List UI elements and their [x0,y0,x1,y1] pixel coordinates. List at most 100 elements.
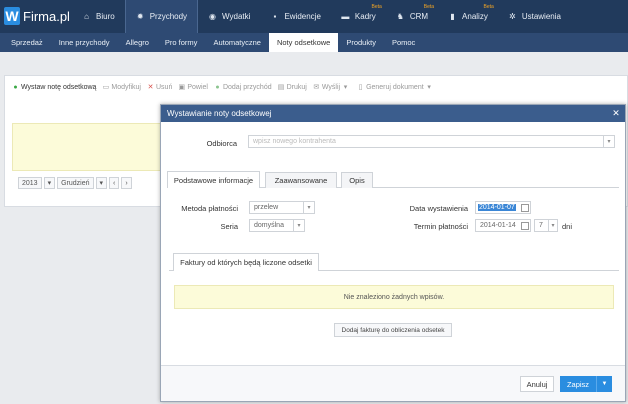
menu-item-label: Ustawienia [521,12,561,21]
subnav-inne-przychody[interactable]: Inne przychody [51,33,118,52]
menu-item-analizy[interactable]: ▮ Analizy Beta [438,0,498,33]
copy-icon: ▣ [178,84,186,91]
cancel-button[interactable]: Anuluj [520,376,554,392]
bar-chart-icon: ▮ [450,12,455,21]
chevron-down-icon: ▾ [548,220,557,231]
payment-term-value: 2014-01-14 [480,222,516,229]
month-field[interactable]: Grudzień [57,177,94,189]
main-menu: ⌂ Biuro ✹ Przychody ◉ Wydatki ▪ Ewidencj… [72,0,571,33]
chevron-down-icon[interactable]: ▼ [596,376,612,392]
list-toolbar: ● Wystaw notę odsetkową ▭ Modyfikuj ✕ Us… [12,80,441,94]
menu-item-biuro[interactable]: ⌂ Biuro [72,0,125,33]
payment-term-label: Termin płatności [413,222,468,231]
year-field[interactable]: 2013 [18,177,42,189]
chevron-down-icon: ▾ [99,180,104,187]
brand-logo[interactable]: W Firma.pl [4,6,70,26]
tab-advanced[interactable]: Zaawansowane [265,172,337,188]
payment-days-value: 7 [539,222,543,229]
menu-item-label: Ewidencje [284,12,321,21]
menu-item-ustawienia[interactable]: ✲ Ustawienia [498,0,571,33]
top-navigation-bar: W Firma.pl ⌂ Biuro ✹ Przychody ◉ Wydatki… [0,0,628,33]
calendar-icon[interactable] [521,204,529,212]
delete-icon: ✕ [147,84,154,91]
save-button[interactable]: Zapisz ▼ [560,376,612,392]
subnav-produkty[interactable]: Produkty [338,33,384,52]
tab-invoices[interactable]: Faktury od których będą liczone odsetki [173,253,319,271]
chevron-left-icon: ‹ [113,179,116,187]
subnav-noty-odsetkowe[interactable]: Noty odsetkowe [268,33,339,52]
folder-icon: ▬ [341,12,350,21]
beta-badge: Beta [483,4,494,10]
beta-badge: Beta [423,4,435,10]
recipient-placeholder: wpisz nowego kontrahenta [253,138,336,145]
brand-name: Firma.pl [23,8,70,24]
menu-item-wydatki[interactable]: ◉ Wydatki [198,0,260,33]
payment-days-select[interactable]: 7 ▾ [534,219,558,232]
menu-item-label: Przychody [149,12,188,21]
subnav-pro-formy[interactable]: Pro formy [157,33,206,52]
printer-icon: ▤ [277,84,285,91]
previous-period-button[interactable]: ‹ [109,177,120,189]
issue-date-value: 2014-01-07 [478,204,516,211]
subnav-sprzedaz[interactable]: Sprzedaż [3,33,51,52]
menu-item-label: CRM [409,12,429,21]
menu-item-label: Analizy [462,12,488,21]
menu-item-przychody[interactable]: ✹ Przychody [124,0,199,33]
recipient-input[interactable]: wpisz nowego kontrahenta ▾ [248,135,615,148]
users-icon: ♞ [396,12,404,21]
subnav-allegro[interactable]: Allegro [118,33,157,52]
next-period-button[interactable]: › [121,177,132,189]
payment-term-input[interactable]: 2014-01-14 [475,219,531,232]
add-income-label: Dodaj przychód [222,83,272,91]
add-invoice-button[interactable]: Dodaj fakturę do obliczenia odsetek [334,323,452,337]
repeat-button[interactable]: ▣ Powiel [178,84,208,92]
chevron-down-icon: ▾ [293,220,304,231]
subnav-automatyczne[interactable]: Automatyczne [205,33,269,52]
chevron-down-icon: ▾ [343,84,348,91]
menu-item-crm[interactable]: ♞ CRM Beta [386,0,438,33]
tab-description[interactable]: Opis [341,172,373,188]
close-icon[interactable]: ✕ [611,108,621,118]
plus-circle-icon: ● [13,83,18,91]
issue-note-button[interactable]: ● Wystaw notę odsetkową [12,84,96,91]
period-selector: 2013 ▾ Grudzień ▾ ‹ › [18,177,132,189]
add-income-button[interactable]: ● Dodaj przychód [214,83,272,91]
delete-button[interactable]: ✕ Usuń [147,83,173,92]
year-dropdown[interactable]: ▾ [43,177,56,189]
dialog-footer: Anuluj Zapisz ▼ [161,365,625,401]
series-select[interactable]: domyślna ▾ [249,219,305,232]
print-button[interactable]: ▤ Drukuj [277,83,307,92]
modify-label: Modyfikuj [111,83,141,91]
issue-date-input[interactable]: 2014-01-07 [475,201,531,214]
dialog-tabs: Podstawowe informacje Zaawansowane Opis [167,171,619,188]
generate-document-button[interactable]: ▯ Generuj dokument ▾ [357,83,435,92]
subnav-pomoc[interactable]: Pomoc [384,33,423,52]
send-label: Wyślij [321,83,341,91]
payment-method-select[interactable]: przelew ▾ [249,201,315,214]
series-label: Seria [220,222,238,231]
chevron-down-icon[interactable]: ▾ [603,136,614,147]
menu-item-label: Kadry [354,12,376,21]
payment-method-label: Metoda płatności [181,204,238,213]
calendar-icon[interactable] [521,222,529,230]
month-dropdown[interactable]: ▾ [95,177,108,189]
menu-item-kadry[interactable]: ▬ Kadry Beta [331,0,386,33]
delete-label: Usuń [156,83,173,91]
menu-item-ewidencje[interactable]: ▪ Ewidencje [260,0,330,33]
print-label: Drukuj [286,83,307,91]
chevron-down-icon: ▾ [427,84,431,91]
beta-badge: Beta [371,4,382,10]
tab-basic-info[interactable]: Podstawowe informacje [167,171,260,188]
chevron-down-icon: ▾ [47,180,52,187]
generate-document-label: Generuj dokument [366,83,424,91]
sub-navigation: Sprzedaż Inne przychody Allegro Pro form… [0,33,628,52]
send-button[interactable]: ✉ Wyślij ▾ [313,83,351,92]
chevron-down-icon: ▾ [303,202,314,213]
edit-icon: ▭ [102,84,110,91]
plus-circle-icon: ● [215,83,220,91]
modify-button[interactable]: ▭ Modyfikuj [102,83,141,92]
days-unit-label: dni [562,222,573,231]
series-value: domyślna [254,222,284,229]
minus-circle-icon: ◉ [209,12,217,21]
save-label: Zapisz [566,379,590,389]
